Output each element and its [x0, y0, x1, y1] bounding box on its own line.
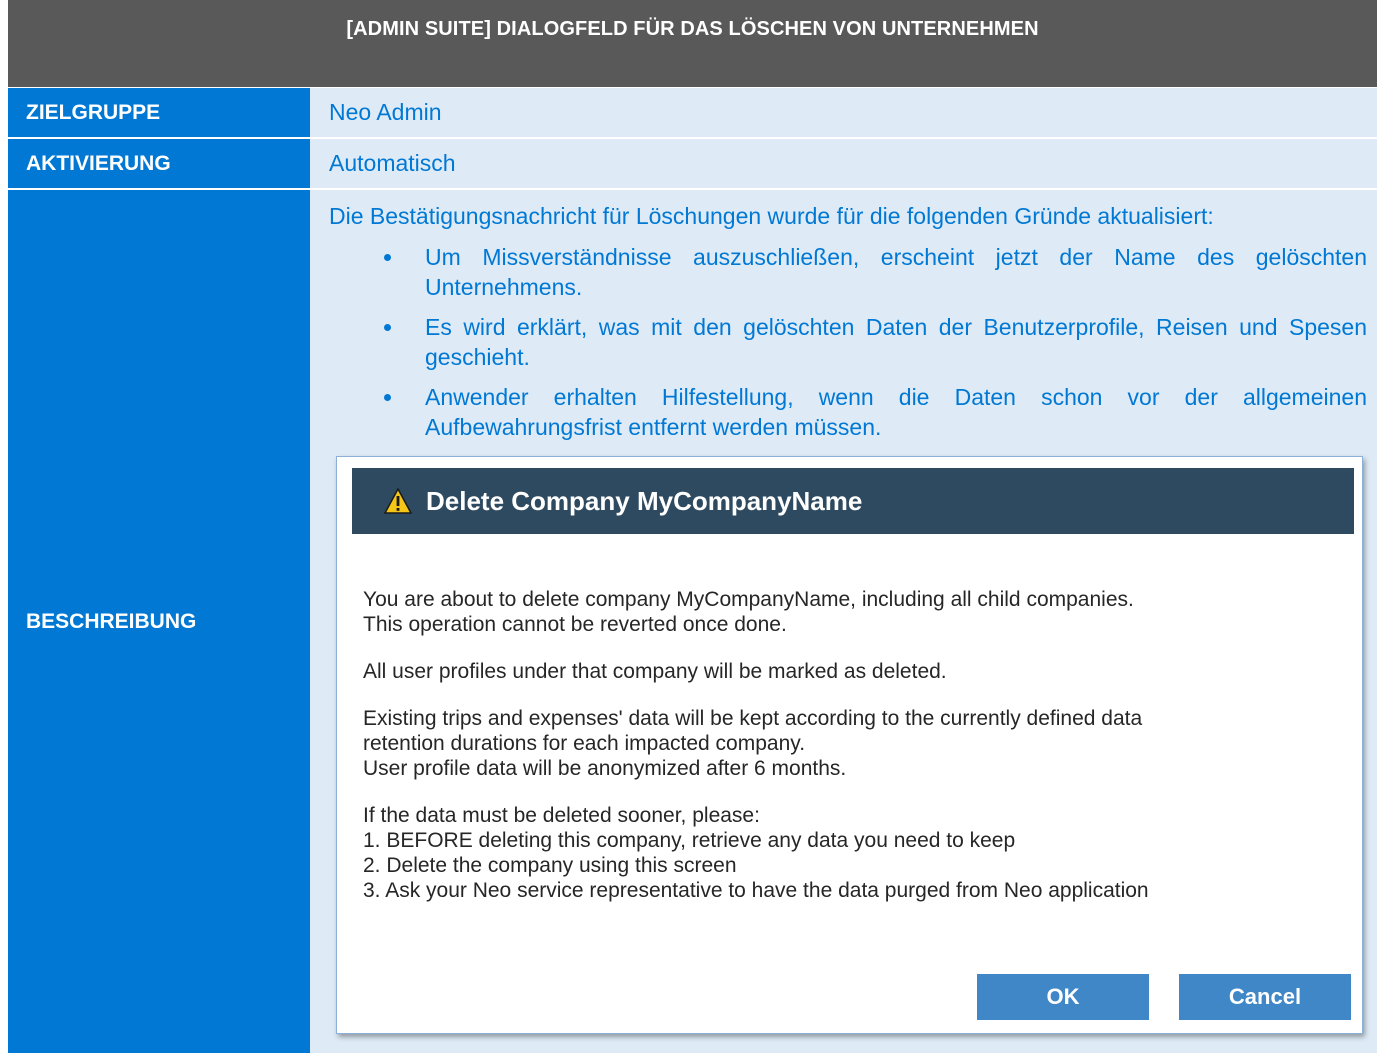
- dialog-line: If the data must be deleted sooner, plea…: [363, 804, 760, 827]
- dialog-line: 2. Delete the company using this screen: [363, 854, 737, 877]
- cancel-button[interactable]: Cancel: [1179, 974, 1351, 1020]
- row-label-zielgruppe: ZIELGRUPPE: [8, 88, 310, 137]
- dialog-paragraph: Existing trips and expenses' data will b…: [363, 706, 1343, 781]
- dialog-line: retention durations for each impacted co…: [363, 732, 806, 755]
- row-value-zielgruppe: Neo Admin: [310, 88, 1377, 137]
- dialog-line: You are about to delete company MyCompan…: [363, 588, 1134, 611]
- page-title: [ADMIN SUITE] DIALOGFELD FÜR DAS LÖSCHEN…: [8, 0, 1377, 87]
- bullet-item: Es wird erklärt, was mit den gelöschten …: [329, 312, 1367, 372]
- dialog-message: You are about to delete company MyCompan…: [363, 587, 1343, 925]
- row-label-aktivierung: AKTIVIERUNG: [8, 139, 310, 188]
- description-intro: Die Bestätigungsnachricht für Löschungen…: [329, 203, 1214, 229]
- dialog-paragraph: If the data must be deleted sooner, plea…: [363, 803, 1343, 903]
- dialog-title: Delete Company MyCompanyName: [426, 485, 863, 516]
- dialog-line: User profile data will be anonymized aft…: [363, 757, 847, 780]
- bullet-text: Um Missverständnisse auszuschließen, ers…: [425, 244, 1367, 300]
- row-label-beschreibung: BESCHREIBUNG: [8, 190, 310, 1053]
- dialog-title-bar: Delete Company MyCompanyName: [352, 468, 1354, 534]
- bullet-item: Anwender erhalten Hilfestellung, wenn di…: [329, 382, 1367, 442]
- bullet-dot-icon: [384, 324, 391, 331]
- ok-button[interactable]: OK: [977, 974, 1149, 1020]
- warning-icon: [384, 488, 412, 514]
- dialog-line: 3. Ask your Neo service representative t…: [363, 879, 1149, 902]
- dialog-line: All user profiles under that company wil…: [363, 660, 947, 683]
- bullet-dot-icon: [384, 254, 391, 261]
- dialog-line: 1. BEFORE deleting this company, retriev…: [363, 829, 1016, 852]
- bullet-text: Es wird erklärt, was mit den gelöschten …: [425, 314, 1367, 370]
- dialog-line: Existing trips and expenses' data will b…: [363, 707, 1143, 730]
- bullet-item: Um Missverständnisse auszuschließen, ers…: [329, 242, 1367, 302]
- dialog-line: This operation cannot be reverted once d…: [363, 613, 787, 636]
- bullet-dot-icon: [384, 394, 391, 401]
- bullet-text: Anwender erhalten Hilfestellung, wenn di…: [425, 384, 1367, 440]
- description-bullets: Um Missverständnisse auszuschließen, ers…: [329, 242, 1367, 442]
- dialog-paragraph: All user profiles under that company wil…: [363, 659, 1343, 684]
- row-value-aktivierung: Automatisch: [310, 139, 1377, 188]
- delete-company-dialog: Delete Company MyCompanyName You are abo…: [336, 456, 1363, 1034]
- dialog-paragraph: You are about to delete company MyCompan…: [363, 587, 1343, 637]
